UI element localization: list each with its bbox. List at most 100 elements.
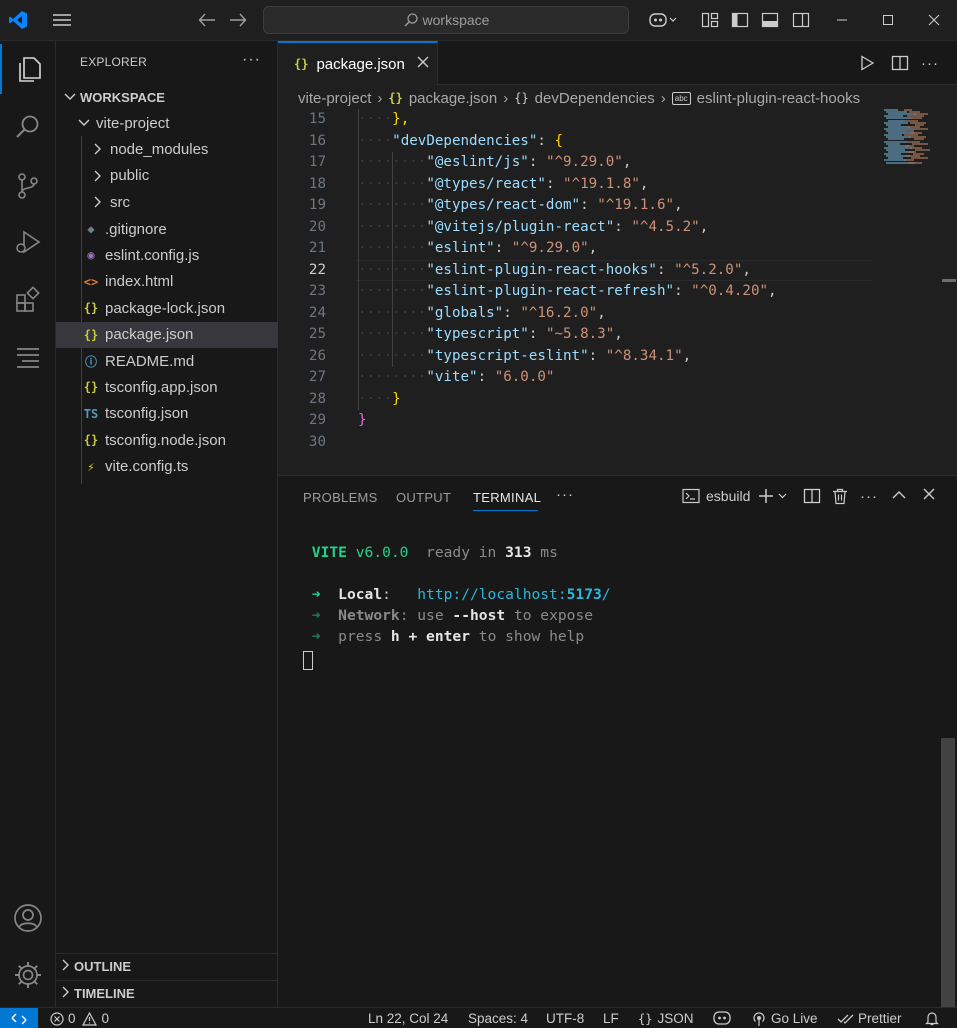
go-live-button[interactable]: Go Live: [751, 1011, 818, 1026]
forward-arrow-icon[interactable]: [226, 8, 250, 32]
command-center-search[interactable]: workspace: [263, 6, 629, 34]
press-text-2: to show help: [478, 628, 585, 645]
toggle-sidebar-icon[interactable]: [728, 8, 752, 32]
minimize-icon[interactable]: [830, 8, 854, 32]
double-check-icon: [837, 1014, 854, 1024]
tab-problems[interactable]: PROBLEMS: [303, 490, 378, 505]
manage-gear-icon[interactable]: [0, 950, 56, 1000]
outline-section-header[interactable]: OUTLINE: [56, 953, 278, 979]
indent-guide: [392, 152, 393, 367]
outline-icon[interactable]: [0, 333, 56, 383]
end-of-line[interactable]: LF: [603, 1011, 619, 1026]
sidebar-more-actions[interactable]: ···: [242, 51, 261, 69]
split-terminal-icon[interactable]: [803, 488, 821, 504]
tab-package-json[interactable]: {} package.json: [278, 41, 438, 85]
terminal-output[interactable]: VITE v6.0.0 ready in 313 ms ➜ Local: htt…: [303, 542, 611, 647]
copilot-status-icon[interactable]: [712, 1011, 732, 1025]
file-type-icon: ◆: [87, 222, 95, 236]
encoding[interactable]: UTF-8: [546, 1011, 584, 1026]
tree-item-file[interactable]: ◆ .gitignore: [56, 216, 278, 242]
chevron-right-icon: ›: [503, 89, 509, 107]
menu-icon[interactable]: [50, 8, 74, 32]
code-line: 25 ········"typescript": "~5.8.3",: [278, 324, 878, 346]
copilot-icon[interactable]: [645, 8, 681, 32]
tree-item-folder[interactable]: public: [56, 163, 278, 189]
code-text: ········"typescript-eslint": "^8.34.1",: [358, 346, 691, 368]
tree-item-label: package.json: [105, 326, 194, 344]
back-arrow-icon[interactable]: [195, 8, 219, 32]
notifications-bell-icon[interactable]: [925, 1011, 939, 1026]
maximize-icon[interactable]: [876, 8, 900, 32]
run-debug-icon[interactable]: [0, 217, 56, 267]
tree-item-vite-project[interactable]: vite-project: [56, 110, 278, 136]
terminal-scrollbar-thumb[interactable]: [941, 738, 955, 1008]
code-editor[interactable]: 15 ····}, 16 ····"devDependencies": {17 ····…: [278, 109, 878, 475]
code-text: ········"eslint-plugin-react-refresh": "…: [358, 281, 777, 303]
code-token: "vite": [426, 369, 478, 385]
new-terminal-icon[interactable]: [758, 488, 788, 504]
accounts-icon[interactable]: [0, 893, 56, 943]
toggle-secondary-sidebar-icon[interactable]: [789, 8, 813, 32]
file-type-icon: TS: [83, 406, 99, 421]
indentation[interactable]: Spaces: 4: [468, 1011, 528, 1026]
close-tab-icon[interactable]: [417, 55, 429, 73]
language-mode[interactable]: {} JSON: [638, 1011, 693, 1026]
panel-more-tabs[interactable]: ···: [556, 486, 574, 503]
problems-status[interactable]: 0 0: [50, 1011, 109, 1026]
search-placeholder: workspace: [422, 12, 490, 28]
tree-item-file[interactable]: TS tsconfig.json: [56, 401, 278, 427]
tree-item-file[interactable]: <> index.html: [56, 269, 278, 295]
close-panel-icon[interactable]: [923, 488, 935, 500]
terminal-selector[interactable]: esbuild: [682, 488, 750, 504]
extensions-icon[interactable]: [0, 275, 56, 325]
tree-item-file[interactable]: {} package.json: [56, 321, 278, 348]
local-url[interactable]: http://localhost:: [417, 586, 566, 603]
customize-layout-icon[interactable]: [698, 8, 722, 32]
explorer-icon[interactable]: [0, 44, 56, 94]
toggle-panel-icon[interactable]: [758, 8, 782, 32]
tree-item-folder[interactable]: node_modules: [56, 136, 278, 162]
breadcrumb-file[interactable]: package.json: [409, 90, 497, 107]
tree-item-file[interactable]: {} tsconfig.app.json: [56, 374, 278, 400]
run-icon[interactable]: [857, 53, 877, 73]
breadcrumb-project[interactable]: vite-project: [298, 90, 371, 107]
split-editor-icon[interactable]: [890, 53, 910, 73]
close-icon[interactable]: [922, 8, 946, 32]
tree-item-file[interactable]: {} package-lock.json: [56, 295, 278, 321]
timeline-section-header[interactable]: TIMELINE: [56, 980, 278, 1006]
source-control-icon[interactable]: [0, 161, 56, 211]
workspace-section-header[interactable]: WORKSPACE: [56, 84, 278, 110]
search-icon[interactable]: [0, 102, 56, 152]
cursor-position[interactable]: Ln 22, Col 24: [368, 1011, 448, 1026]
kill-terminal-icon[interactable]: [832, 488, 848, 505]
tab-output[interactable]: OUTPUT: [396, 490, 451, 505]
editor-more-actions[interactable]: ···: [920, 53, 940, 73]
breadcrumb-section[interactable]: devDependencies: [535, 90, 655, 107]
code-token: "typescript": [426, 326, 529, 342]
maximize-panel-icon[interactable]: [892, 488, 906, 502]
explorer-sidebar: EXPLORER ··· WORKSPACE vite-project node…: [56, 41, 278, 1007]
tree-item-file[interactable]: ⚡ vite.config.ts: [56, 454, 278, 480]
minimap[interactable]: [880, 109, 942, 169]
local-port[interactable]: 5173: [567, 586, 602, 603]
remote-indicator[interactable]: [0, 1008, 38, 1028]
tree-item-folder[interactable]: src: [56, 189, 278, 215]
tree-item-file[interactable]: ◉ eslint.config.js: [56, 242, 278, 268]
sidebar-title: EXPLORER: [80, 55, 147, 69]
local-slash[interactable]: /: [602, 586, 611, 603]
code-line: 18 ········"@types/react": "^19.1.8",: [278, 174, 878, 196]
prettier-status[interactable]: Prettier: [837, 1011, 902, 1026]
breadcrumb-key[interactable]: eslint-plugin-react-hooks: [697, 90, 860, 107]
tree-item-file[interactable]: {} tsconfig.node.json: [56, 427, 278, 453]
file-type-icon: ⚡: [87, 459, 95, 474]
tab-label: package.json: [316, 55, 405, 73]
code-token: "6.0.0": [494, 369, 555, 385]
terminal-icon: [682, 488, 700, 504]
error-count: 0: [68, 1011, 76, 1026]
terminal-more-actions[interactable]: ···: [860, 488, 878, 505]
file-type-icon: {}: [83, 433, 99, 448]
tree-item-file[interactable]: ⓘ README.md: [56, 348, 278, 374]
code-text: ········"eslint-plugin-react-hooks": "^5…: [358, 260, 751, 282]
editor-scrollbar[interactable]: [942, 109, 956, 475]
tab-terminal[interactable]: TERMINAL: [473, 490, 541, 505]
